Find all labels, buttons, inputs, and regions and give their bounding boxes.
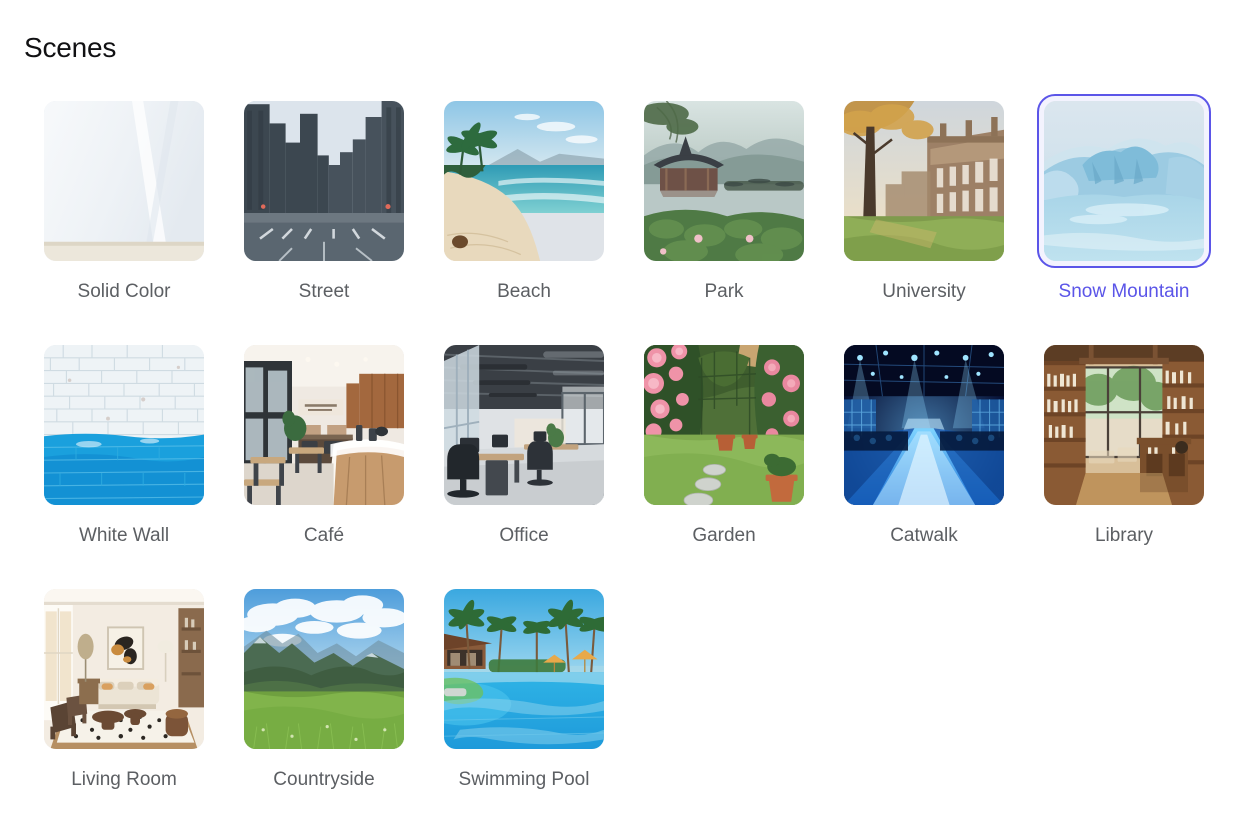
scene-thumbnail-university [844, 101, 1004, 261]
scene-thumbnail-street [244, 101, 404, 261]
scene-label: White Wall [78, 525, 170, 546]
scene-thumbnail-frame[interactable] [437, 338, 611, 512]
scene-thumbnail-frame[interactable] [837, 94, 1011, 268]
scene-thumbnail-frame[interactable] [237, 338, 411, 512]
scene-tile-office[interactable]: Office [424, 338, 624, 582]
scene-tile-cafe[interactable]: Café [224, 338, 424, 582]
scene-label: Snow Mountain [1058, 281, 1190, 302]
scene-label: Beach [497, 281, 551, 302]
scene-thumbnail-swimming-pool [444, 589, 604, 749]
scene-label: Countryside [273, 769, 375, 790]
scene-label: Garden [692, 525, 756, 546]
scene-label: Solid Color [77, 281, 171, 302]
scene-thumbnail-frame[interactable] [37, 338, 211, 512]
page-title: Scenes [24, 32, 117, 63]
scene-thumbnail-frame[interactable] [637, 338, 811, 512]
scene-thumbnail-frame[interactable] [437, 94, 611, 268]
scene-thumbnail-cafe [244, 345, 404, 505]
scene-thumbnail-park [644, 101, 804, 261]
scene-tile-countryside[interactable]: Countryside [224, 582, 424, 824]
scene-tile-garden[interactable]: Garden [624, 338, 824, 582]
scene-label: Living Room [71, 769, 177, 790]
scene-thumbnail-garden [644, 345, 804, 505]
scene-tile-beach[interactable]: Beach [424, 94, 624, 338]
scene-thumbnail-white-wall [44, 345, 204, 505]
scene-thumbnail-office [444, 345, 604, 505]
scene-label: Library [1094, 525, 1154, 546]
scene-thumbnail-frame[interactable] [437, 582, 611, 756]
scene-label: Catwalk [890, 525, 958, 546]
scene-tile-library[interactable]: Library [1024, 338, 1224, 582]
scene-tile-catwalk[interactable]: Catwalk [824, 338, 1024, 582]
scene-thumbnail-beach [444, 101, 604, 261]
scene-thumbnail-frame[interactable] [837, 338, 1011, 512]
scene-thumbnail-frame[interactable] [237, 582, 411, 756]
scene-label: Park [704, 281, 744, 302]
scene-label: Café [303, 525, 345, 546]
scene-grid: Solid Color Street Beach Park University… [24, 94, 1240, 824]
scene-thumbnail-frame[interactable] [637, 94, 811, 268]
scene-thumbnail-frame[interactable] [237, 94, 411, 268]
scene-thumbnail-frame[interactable] [1037, 94, 1211, 268]
scene-tile-solid-color[interactable]: Solid Color [24, 94, 224, 338]
scene-thumbnail-living-room [44, 589, 204, 749]
scene-label: Swimming Pool [458, 769, 590, 790]
scene-thumbnail-frame[interactable] [37, 94, 211, 268]
scene-tile-street[interactable]: Street [224, 94, 424, 338]
scene-label: University [882, 281, 966, 302]
scene-thumbnail-catwalk [844, 345, 1004, 505]
scene-thumbnail-frame[interactable] [1037, 338, 1211, 512]
scene-label: Street [298, 281, 350, 302]
scene-picker-panel: Scenes Solid Color Street Beach Park Uni… [0, 0, 1240, 824]
scene-tile-white-wall[interactable]: White Wall [24, 338, 224, 582]
scene-thumbnail-snow-mountain [1044, 101, 1204, 261]
scene-label: Office [499, 525, 549, 546]
scene-tile-swimming-pool[interactable]: Swimming Pool [424, 582, 624, 824]
scene-tile-park[interactable]: Park [624, 94, 824, 338]
scene-thumbnail-frame[interactable] [37, 582, 211, 756]
scene-thumbnail-library [1044, 345, 1204, 505]
scene-thumbnail-countryside [244, 589, 404, 749]
scene-tile-university[interactable]: University [824, 94, 1024, 338]
scene-tile-snow-mountain[interactable]: Snow Mountain [1024, 94, 1224, 338]
scene-tile-living-room[interactable]: Living Room [24, 582, 224, 824]
scene-thumbnail-solid-color [44, 101, 204, 261]
